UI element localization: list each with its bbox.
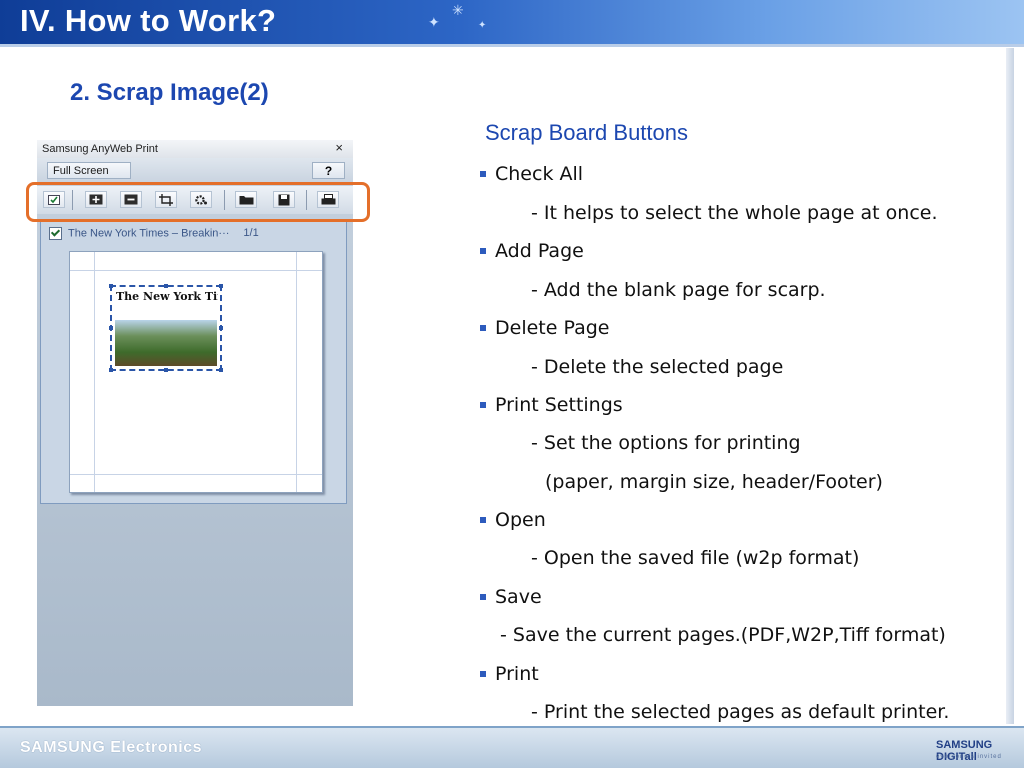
star-decoration: ✦: [428, 14, 440, 30]
resize-handle[interactable]: [109, 284, 113, 288]
item-label-print-settings: Print Settings: [495, 394, 623, 416]
scrap-page-panel: The New York Times – Breakin··· 1/1 The N…: [40, 220, 347, 504]
item-label-open: Open: [495, 509, 546, 531]
toolbar-highlight: [26, 182, 370, 222]
buttons-title: Scrap Board Buttons: [485, 120, 689, 145]
window-title: Samsung AnyWeb Print: [42, 143, 158, 155]
item-desc-print-settings-detail: (paper, margin size, header/Footer): [545, 471, 883, 493]
item-label-save: Save: [495, 586, 542, 608]
footer: SAMSUNG Electronics SAMSUNG DIGITall eve…: [0, 728, 1024, 768]
bullet: [480, 671, 486, 677]
header-band: ✦ ✳ ✦ IV. How to Work?: [0, 0, 1024, 44]
window-titlebar: Samsung AnyWeb Print ×: [37, 140, 353, 158]
bullet: [480, 517, 486, 523]
page-checkbox[interactable]: [49, 227, 62, 240]
item-desc-print: - Print the selected pages as default pr…: [531, 701, 950, 723]
news-photo: [115, 320, 217, 366]
right-decorative-bar: [1006, 48, 1014, 724]
resize-handle[interactable]: [164, 368, 168, 372]
help-button[interactable]: ?: [312, 162, 345, 179]
bullet: [480, 594, 486, 600]
resize-handle[interactable]: [219, 368, 223, 372]
item-label-print: Print: [495, 663, 539, 685]
item-label-delete-page: Delete Page: [495, 317, 610, 339]
item-desc-print-settings: - Set the options for printing: [531, 432, 801, 454]
page-entry[interactable]: The New York Times – Breakin··· 1/1: [49, 227, 259, 240]
margin-guide: [94, 252, 95, 492]
bullet: [480, 402, 486, 408]
margin-guide: [70, 270, 322, 271]
margin-guide: [70, 474, 322, 475]
star-decoration: ✳: [452, 2, 464, 18]
samsung-electronics-logo: SAMSUNG Electronics: [20, 739, 202, 756]
scrapped-image[interactable]: The New York Tim: [109, 284, 223, 372]
anyweb-print-window: Samsung AnyWeb Print × Full Screen ? The…: [37, 140, 353, 706]
slide-title: IV. How to Work?: [20, 3, 277, 38]
samsung-digitall-tagline: everyone's invited: [936, 754, 1002, 760]
bullet: [480, 171, 486, 177]
page-thumbnail[interactable]: The New York Tim: [69, 251, 323, 493]
resize-handle[interactable]: [164, 284, 168, 288]
resize-handle[interactable]: [219, 326, 223, 330]
resize-handle[interactable]: [109, 368, 113, 372]
item-desc-delete-page: - Delete the selected page: [531, 356, 784, 378]
close-icon[interactable]: ×: [335, 139, 343, 157]
item-desc-open: - Open the saved file (w2p format): [531, 547, 860, 569]
section-title: 2. Scrap Image(2): [70, 79, 269, 106]
resize-handle[interactable]: [109, 326, 113, 330]
bullet: [480, 325, 486, 331]
margin-guide: [296, 252, 297, 492]
star-decoration: ✦: [478, 20, 487, 31]
item-label-check-all: Check All: [495, 163, 584, 185]
item-label-add-page: Add Page: [495, 240, 584, 262]
page-count: 1/1: [243, 227, 259, 240]
item-desc-add-page: - Add the blank page for scarp.: [531, 279, 826, 301]
nyt-logo: The New York Tim: [116, 290, 218, 303]
page-entry-title: The New York Times – Breakin···: [68, 227, 230, 240]
full-screen-button[interactable]: Full Screen: [47, 162, 131, 179]
resize-handle[interactable]: [219, 284, 223, 288]
item-desc-check-all: - It helps to select the whole page at o…: [531, 202, 938, 224]
bullet: [480, 248, 486, 254]
header-divider: [0, 44, 1024, 47]
item-desc-save: - Save the current pages.(PDF,W2P,Tiff f…: [500, 624, 946, 646]
